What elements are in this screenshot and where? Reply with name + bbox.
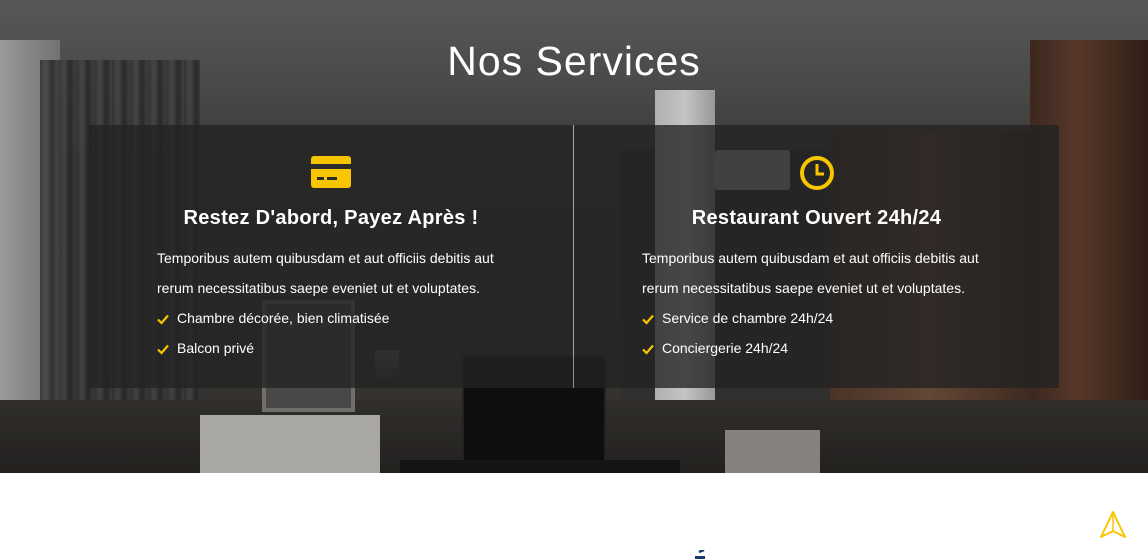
- feature-label: Conciergerie 24h/24: [662, 340, 789, 356]
- list-item: Conciergerie 24h/24: [642, 333, 833, 363]
- services-hero: Nos Services Restez D'abord, Payez Après…: [0, 0, 1148, 473]
- list-item: Service de chambre 24h/24: [642, 303, 833, 333]
- check-icon: [157, 342, 169, 355]
- list-item: Chambre décorée, bien climatisée: [157, 303, 389, 333]
- list-item: Balcon privé: [157, 333, 389, 363]
- navigation-arrow-icon: [1098, 511, 1128, 544]
- credit-card-icon: [309, 152, 353, 192]
- scroll-to-top-button[interactable]: [1098, 510, 1128, 540]
- feature-label: Chambre décorée, bien climatisée: [177, 310, 390, 326]
- feature-label: Balcon privé: [177, 340, 255, 356]
- clock-icon: [797, 153, 841, 193]
- service-description: Temporibus autem quibusdam et aut offici…: [157, 250, 494, 296]
- service-title: Restaurant Ouvert 24h/24: [691, 207, 942, 229]
- service-card-payment: Restez D'abord, Payez Après ! Temporibus…: [89, 125, 573, 388]
- feature-list: Service de chambre 24h/24 Conciergerie 2…: [642, 303, 833, 363]
- section-title: Nos Services: [447, 38, 701, 84]
- service-description: Temporibus autem quibusdam et aut offici…: [642, 250, 979, 296]
- check-icon: [642, 342, 654, 355]
- feature-label: Service de chambre 24h/24: [662, 310, 834, 326]
- next-section-heading-partial: [690, 548, 710, 559]
- feature-list: Chambre décorée, bien climatisée Balcon …: [157, 303, 389, 363]
- check-icon: [157, 312, 169, 325]
- service-card-restaurant: Restaurant Ouvert 24h/24 Temporibus aute…: [574, 125, 1059, 388]
- service-title: Restez D'abord, Payez Après !: [183, 207, 479, 229]
- check-icon: [642, 312, 654, 325]
